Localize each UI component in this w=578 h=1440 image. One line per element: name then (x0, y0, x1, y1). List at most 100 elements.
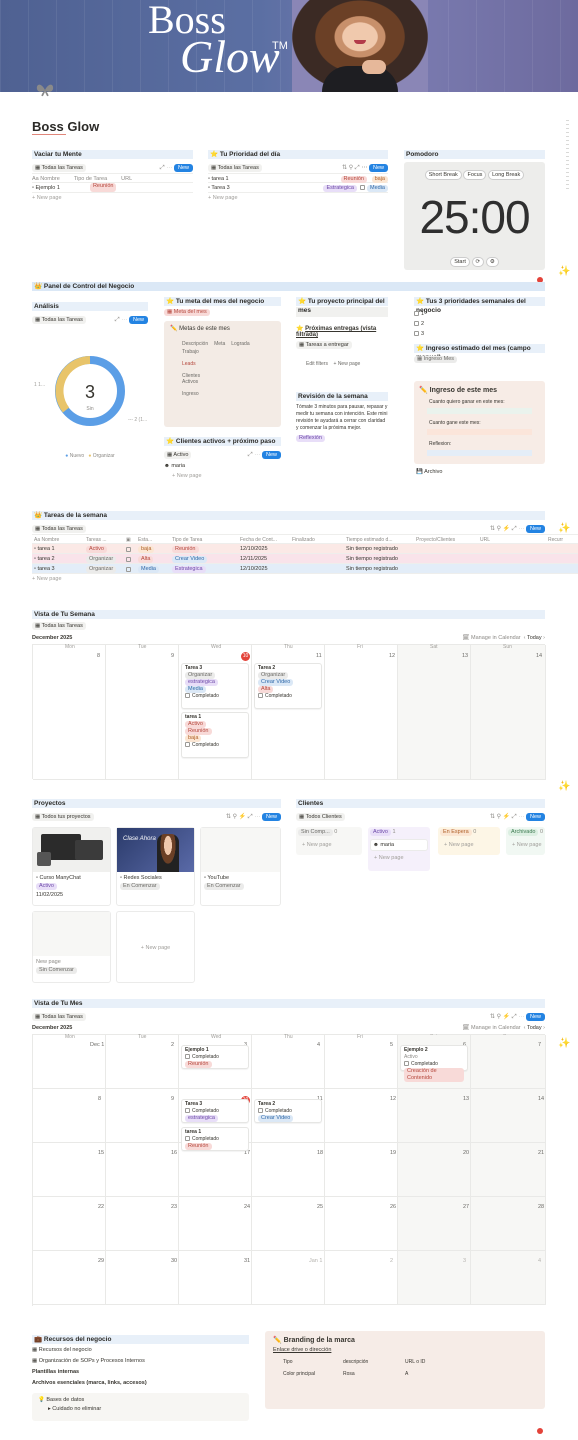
calendar-card[interactable]: Tarea 2 Completado Crear Video (254, 1099, 322, 1123)
focus-button[interactable]: Focus (463, 170, 487, 180)
reflexion-button[interactable]: Reflexión (296, 435, 325, 442)
manage-calendar-button[interactable]: 🗓 Manage in Calendar (463, 635, 521, 641)
calendar-day[interactable] (325, 1143, 398, 1197)
list-item[interactable]: ☻ maria (164, 463, 281, 469)
ingreso-mes-chip[interactable]: ▦ Ingreso Mes (414, 356, 457, 363)
vista-mes-new-button[interactable]: New (525, 1012, 545, 1021)
calendar-day[interactable] (179, 1143, 252, 1197)
calendar-day[interactable] (325, 1035, 398, 1089)
manage-calendar-button[interactable]: 🗓 Manage in Calendar (463, 1025, 521, 1031)
calendar-day[interactable] (325, 1251, 398, 1305)
vaciar-new-page[interactable]: + New page (32, 193, 193, 203)
board-new-page[interactable]: + New page (298, 842, 360, 848)
vaciar-new-button[interactable]: New (173, 163, 193, 172)
vaciar-view-tab[interactable]: ▦ Todas las Tareas (32, 163, 86, 172)
table-row[interactable]: ▫ tarea 1 Reunión baja (208, 173, 388, 183)
board-new-page[interactable]: + New page (440, 842, 498, 848)
proyectos-new-button[interactable]: New (261, 812, 281, 821)
calendar-day[interactable] (106, 1143, 179, 1197)
next-icon[interactable]: › (543, 1025, 545, 1031)
calendar-day[interactable] (252, 1035, 325, 1089)
calendar-day[interactable] (252, 1197, 325, 1251)
filter-icon[interactable]: ⇅ ⚲ ⤢ ⋯ (342, 165, 369, 171)
semana-new-page[interactable]: + New page (32, 574, 578, 584)
calendar-day[interactable] (398, 1089, 471, 1143)
calendar-day[interactable] (471, 1035, 546, 1089)
calendar-day[interactable] (252, 1143, 325, 1197)
priority-checkbox[interactable]: 3 (414, 329, 545, 339)
proyectos-view[interactable]: ▦ Todos tus proyectos (32, 812, 94, 821)
board-new-page[interactable]: + New page (370, 855, 428, 861)
calendar-card[interactable]: Ejemplo 1 Completado Reunión (181, 1045, 249, 1069)
sops-link[interactable]: ▦ Organización de SOPs y Procesos Intern… (32, 1356, 249, 1367)
table-row[interactable]: ▫ tarea 1 Activo baja Reunión 12/10/2025… (32, 544, 578, 554)
entregas-new-page[interactable]: + New page (334, 361, 361, 367)
prioridad-view-tab[interactable]: ▦ Todas las Tareas (208, 163, 262, 172)
calendar-day[interactable] (33, 1143, 106, 1197)
calendar-day[interactable] (106, 1089, 179, 1143)
calendar-card[interactable]: Tarea 3 Organizar estrategica Media Comp… (181, 663, 249, 709)
clientes-activos-view[interactable]: ▦ Activo (164, 450, 192, 459)
ingreso-q3-field[interactable] (427, 450, 532, 456)
calendar-day[interactable] (398, 1143, 471, 1197)
long-break-button[interactable]: Long Break (488, 170, 525, 180)
recursos-link[interactable]: ▦ Recursos del negocio (32, 1345, 249, 1356)
calendar-day[interactable] (106, 1197, 179, 1251)
expand-icon[interactable]: ⤢ ⋯ (160, 165, 174, 171)
edit-filters-button[interactable]: Edit filters (306, 361, 328, 367)
table-row[interactable]: ▫ Ejemplo 1 Reunión (32, 183, 193, 193)
project-card[interactable]: ▫ YouTube En Comenzar (200, 827, 281, 906)
calendar-day[interactable] (325, 1089, 398, 1143)
prev-icon[interactable]: ‹ (524, 1025, 526, 1031)
clientes-new-button[interactable]: New (525, 812, 545, 821)
calendar-card[interactable]: tarea 1 Activo Reunión baja Completado (181, 712, 249, 758)
calendar-card[interactable]: Ejemplo 2 Activo Completado Creación de Con… (400, 1045, 468, 1082)
vista-semana-view[interactable]: ▦ Todas las Tareas (32, 622, 86, 630)
calendar-card[interactable]: Tarea 2 Organizar Crear Video Alta Compl… (254, 663, 322, 709)
table-row[interactable]: ▫ tarea 3 Organizar Media Estrategica 12… (32, 564, 578, 574)
ingreso-q1-field[interactable] (427, 408, 532, 414)
prev-icon[interactable]: ‹ (524, 635, 526, 641)
clientes-activos-new-page[interactable]: + New page (164, 473, 281, 479)
calendar-day[interactable] (471, 1251, 546, 1305)
bases-toggle[interactable]: ▸ Cuidado no eliminar (38, 1406, 243, 1412)
semana-tareas-new-button[interactable]: New (525, 524, 545, 533)
ingreso-q2-field[interactable] (427, 429, 532, 435)
board-new-page[interactable]: + New page (508, 842, 543, 848)
prioridad-new-page[interactable]: + New page (208, 193, 388, 203)
calendar-card[interactable]: Tarea 3 Completado estrategica (181, 1099, 249, 1123)
table-row[interactable]: ▫ tarea 2 Organizar Alta Crear Video 12/… (32, 554, 578, 564)
calendar-day[interactable] (471, 1089, 546, 1143)
toc-indicator[interactable] (566, 120, 569, 190)
calendar-card[interactable]: tarea 1 Completado Reunión (181, 1127, 249, 1151)
calendar-day[interactable] (398, 1251, 471, 1305)
branding-link[interactable]: Enlace drive o dirección (273, 1347, 537, 1353)
project-card[interactable]: ▫ Curso ManyChat Activo 11/02/2025 (32, 827, 111, 906)
calendar-day[interactable] (106, 1035, 179, 1089)
today-button[interactable]: Today (527, 1025, 542, 1031)
clientes-activos-new-button[interactable]: New (261, 450, 281, 459)
calendar-day[interactable] (33, 1197, 106, 1251)
project-card[interactable]: Clase Ahora ▫ Redes Sociales En Comenzar (116, 827, 195, 906)
analisis-view-tab[interactable]: ▦ Todas las Tareas (32, 315, 86, 324)
next-icon[interactable]: › (543, 635, 545, 641)
calendar-day[interactable] (325, 1197, 398, 1251)
archivo-link[interactable]: 💾 Archivo (416, 469, 442, 475)
short-break-button[interactable]: Short Break (424, 170, 462, 180)
clientes-view[interactable]: ▦ Todos Clientes (296, 812, 345, 821)
prioridad-new-button[interactable]: New (368, 163, 388, 172)
vista-mes-view[interactable]: ▦ Todas las Tareas (32, 1012, 86, 1021)
priority-checkbox[interactable]: 2 (414, 319, 545, 329)
calendar-day[interactable] (179, 1197, 252, 1251)
proyectos-new-page[interactable]: + New page (116, 911, 195, 983)
calendar-day[interactable] (106, 1251, 179, 1305)
calendar-day[interactable] (398, 1197, 471, 1251)
calendar-day[interactable] (33, 1251, 106, 1305)
settings-icon[interactable]: ⚙ (485, 257, 499, 267)
entregas-view[interactable]: ▦ Tareas a entregar (296, 341, 352, 349)
calendar-day[interactable] (471, 1143, 546, 1197)
calendar-day[interactable] (179, 1251, 252, 1305)
start-button[interactable]: Start (450, 257, 470, 267)
project-card[interactable]: New page Sin Comenzar (32, 911, 111, 983)
analisis-new-button[interactable]: New (128, 315, 148, 324)
